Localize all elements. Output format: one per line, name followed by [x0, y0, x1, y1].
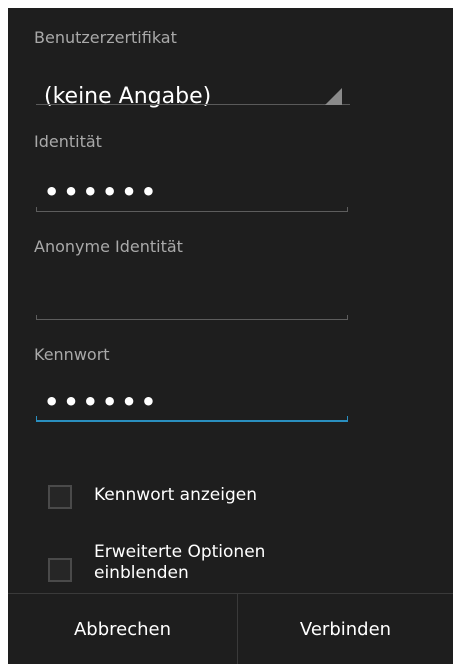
password-masked-value: •••••• [44, 388, 161, 416]
anonymous-identity-underline [36, 319, 348, 320]
cancel-button[interactable]: Abbrechen [8, 594, 237, 664]
user-certificate-value: (keine Angabe) [44, 84, 212, 109]
anonymous-identity-label: Anonyme Identität [34, 237, 183, 256]
connect-button[interactable]: Verbinden [238, 594, 453, 664]
anonymous-identity-underline-right-cap [347, 315, 348, 320]
user-certificate-label: Benutzerzertifikat [34, 28, 177, 47]
wifi-dialog: Benutzerzertifikat (keine Angabe) Identi… [8, 8, 453, 664]
anonymous-identity-underline-left-cap [36, 315, 37, 320]
identity-underline-left-cap [36, 207, 37, 212]
dialog-button-bar: Abbrechen Verbinden [8, 593, 453, 664]
password-label: Kennwort [34, 345, 110, 364]
identity-masked-value: •••••• [44, 178, 161, 206]
show-password-checkbox[interactable] [48, 485, 72, 509]
identity-underline-right-cap [347, 207, 348, 212]
anonymous-identity-input[interactable] [36, 286, 348, 320]
show-password-label: Kennwort anzeigen [94, 485, 257, 505]
password-underline-left-cap [36, 416, 37, 422]
advanced-options-checkbox[interactable] [48, 558, 72, 582]
identity-input[interactable]: •••••• [36, 178, 348, 212]
identity-underline [36, 211, 348, 212]
password-underline-right-cap [347, 416, 348, 422]
spinner-underline [36, 104, 350, 105]
password-input[interactable]: •••••• [36, 388, 348, 422]
identity-label: Identität [34, 132, 102, 151]
advanced-options-label-line2: einblenden [94, 563, 189, 583]
password-underline-focused [36, 420, 348, 422]
dropdown-corner-icon [325, 88, 342, 105]
advanced-options-label-line1: Erweiterte Optionen [94, 542, 266, 562]
